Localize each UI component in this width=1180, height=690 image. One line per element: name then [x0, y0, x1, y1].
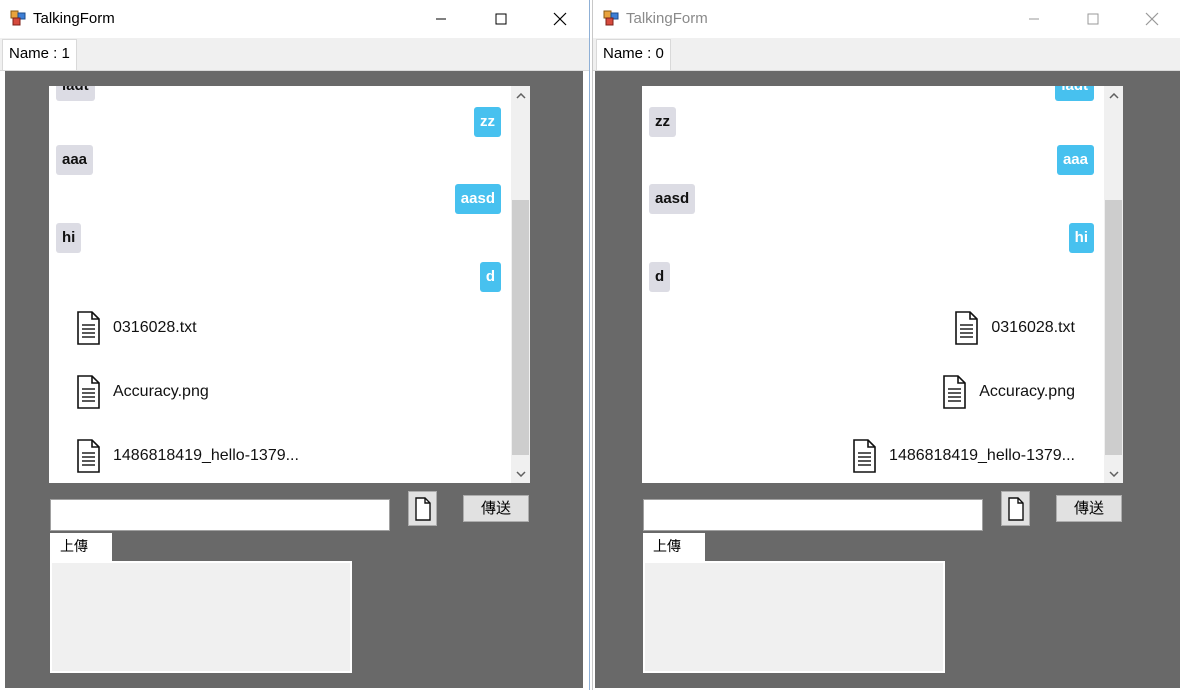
minimize-button[interactable] [1011, 0, 1057, 38]
file-item[interactable]: 0316028.txt [953, 308, 1075, 348]
chat-panel[interactable]: ladt zz aaa aasd hi d 0316028.txt Accura… [642, 86, 1123, 483]
message-bubble-sent: aaa [1056, 145, 1094, 175]
title-bar[interactable]: TalkingForm [593, 0, 1180, 38]
app-icon [603, 10, 619, 26]
document-icon [77, 375, 100, 409]
document-icon [955, 311, 979, 345]
attach-file-button[interactable] [408, 491, 437, 526]
chevron-down-icon [1108, 470, 1119, 477]
tab-upload[interactable]: 上傳 [643, 533, 705, 562]
message-bubble-sent: ladt [1055, 86, 1094, 101]
scroll-up-button[interactable] [511, 87, 530, 104]
maximize-icon [1087, 13, 1099, 25]
window-title: TalkingForm [33, 10, 115, 27]
message-bubble-received: ladt [56, 86, 95, 101]
message-bubble-sent: zz [474, 107, 501, 137]
maximize-button[interactable] [1070, 0, 1116, 38]
message-input[interactable] [643, 499, 983, 531]
file-item[interactable]: 1486818419_hello-1379... [75, 436, 299, 476]
file-name: Accuracy.png [979, 383, 1075, 400]
close-button[interactable] [1129, 0, 1175, 38]
file-name: Accuracy.png [113, 383, 209, 400]
file-item[interactable]: 1486818419_hello-1379... [851, 436, 1075, 476]
file-name: 1486818419_hello-1379... [889, 447, 1075, 464]
scroll-down-button[interactable] [1104, 465, 1123, 482]
message-bubble-received: aaa [56, 145, 94, 175]
attach-file-button[interactable] [1001, 491, 1030, 526]
file-name: 0316028.txt [991, 319, 1075, 336]
window-title: TalkingForm [626, 10, 708, 27]
message-bubble-sent: hi [1068, 223, 1094, 253]
talkingform-window-right[interactable]: TalkingForm Name : 0 ladt zz aaa aasd hi… [592, 0, 1180, 690]
scroll-up-button[interactable] [1104, 87, 1123, 104]
upload-panel [643, 561, 945, 673]
tab-name[interactable]: Name : 1 [2, 39, 77, 70]
chevron-up-icon [515, 92, 526, 99]
tab-strip: Name : 0 [593, 38, 1180, 71]
send-button[interactable]: 傳送 [463, 495, 529, 522]
file-item[interactable]: Accuracy.png [941, 372, 1075, 412]
send-button[interactable]: 傳送 [1056, 495, 1122, 522]
minimize-button[interactable] [418, 0, 464, 38]
upload-panel [50, 561, 352, 673]
scroll-thumb[interactable] [1105, 200, 1122, 455]
file-name: 0316028.txt [113, 319, 197, 336]
scroll-thumb[interactable] [512, 200, 529, 455]
file-item[interactable]: 0316028.txt [75, 308, 197, 348]
chevron-down-icon [515, 470, 526, 477]
document-icon [1007, 496, 1024, 521]
maximize-button[interactable] [478, 0, 524, 38]
scroll-down-button[interactable] [511, 465, 530, 482]
message-bubble-received: zz [649, 107, 676, 137]
close-button[interactable] [537, 0, 583, 38]
tab-strip: Name : 1 [0, 38, 589, 71]
file-item[interactable]: Accuracy.png [75, 372, 209, 412]
document-icon [943, 375, 967, 409]
client-area: ladt zz aaa aasd hi d 0316028.txt Accura… [5, 71, 583, 688]
document-icon [77, 439, 100, 473]
app-icon [10, 10, 26, 26]
chat-panel[interactable]: ladt zz aaa aasd hi d 0316028.txt Accura… [49, 86, 530, 483]
client-area: ladt zz aaa aasd hi d 0316028.txt Accura… [595, 71, 1180, 688]
document-icon [853, 439, 876, 473]
message-bubble-received: hi [56, 223, 82, 253]
message-input[interactable] [50, 499, 390, 531]
message-bubble-sent: aasd [454, 184, 501, 214]
close-icon [553, 12, 567, 26]
vertical-scrollbar[interactable] [1104, 86, 1123, 483]
close-icon [1145, 12, 1159, 26]
document-icon [77, 311, 100, 345]
tab-name[interactable]: Name : 0 [596, 39, 671, 70]
minimize-icon [1029, 18, 1039, 20]
maximize-icon [495, 13, 507, 25]
file-name: 1486818419_hello-1379... [113, 447, 299, 464]
message-bubble-received: d [649, 262, 671, 292]
message-bubble-received: aasd [649, 184, 696, 214]
document-icon [414, 496, 431, 521]
message-bubble-sent: d [479, 262, 501, 292]
vertical-scrollbar[interactable] [511, 86, 530, 483]
minimize-icon [436, 18, 446, 20]
chevron-up-icon [1108, 92, 1119, 99]
talkingform-window-left[interactable]: TalkingForm Name : 1 ladt zz aaa aasd hi… [0, 0, 590, 690]
tab-upload[interactable]: 上傳 [50, 533, 112, 562]
title-bar[interactable]: TalkingForm [0, 0, 589, 38]
